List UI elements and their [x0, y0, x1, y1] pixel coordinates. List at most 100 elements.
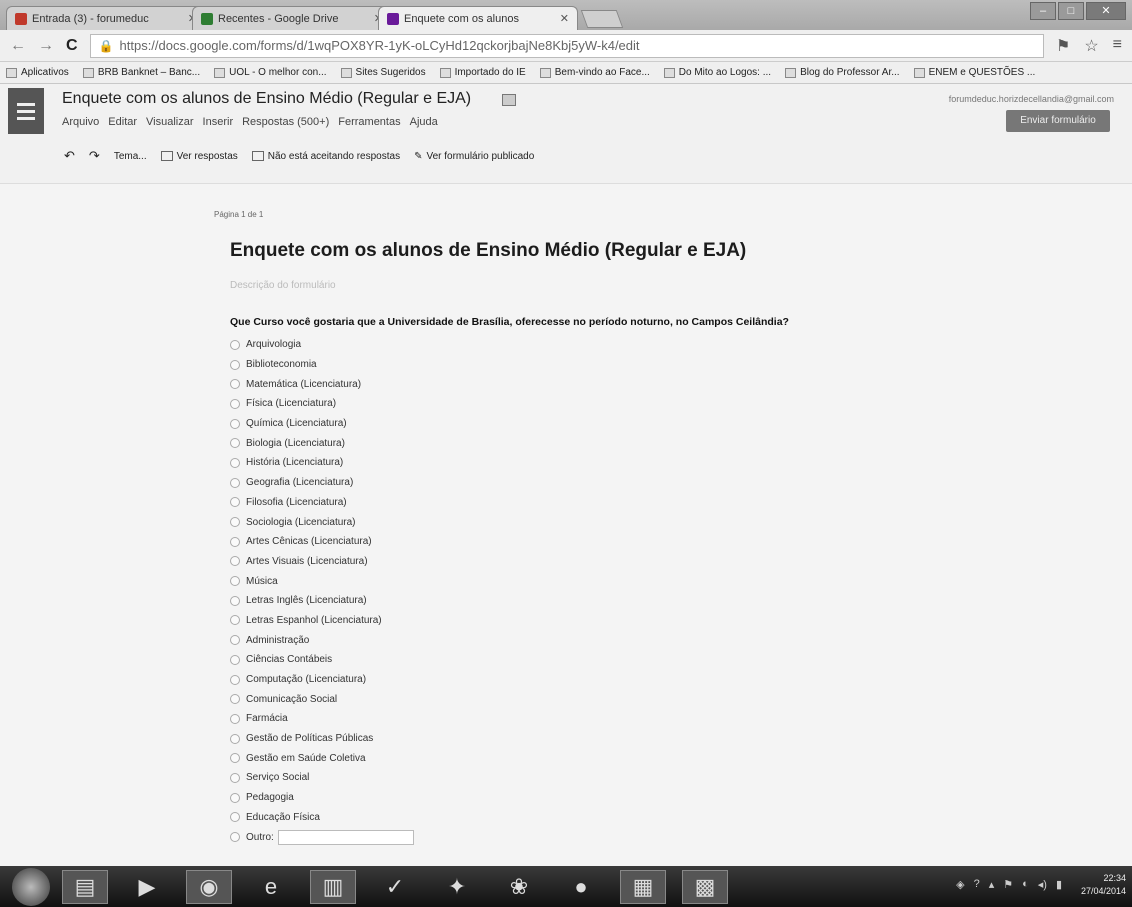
option-item[interactable]: Artes Cênicas (Licenciatura): [230, 532, 414, 552]
radio-button[interactable]: [230, 536, 240, 547]
account-email[interactable]: forumdeduc.horizdecellandia@gmail.com: [949, 94, 1114, 104]
taskbar-app-media[interactable]: ▶: [124, 870, 170, 904]
radio-button[interactable]: [230, 615, 240, 626]
folder-icon[interactable]: [502, 94, 516, 106]
radio-button[interactable]: [230, 418, 240, 429]
tab-close-icon[interactable]: ✕: [560, 12, 569, 25]
bookmark-item[interactable]: Bem-vindo ao Face...: [539, 67, 650, 78]
radio-button[interactable]: [230, 635, 240, 646]
taskbar-app-ie[interactable]: e: [248, 870, 294, 904]
browser-tab[interactable]: Recentes - Google Drive✕: [192, 6, 392, 30]
minimize-button[interactable]: –: [1030, 2, 1056, 20]
form-title[interactable]: Enquete com os alunos de Ensino Médio (R…: [230, 240, 746, 262]
accepting-responses-button[interactable]: Não está aceitando respostas: [251, 151, 400, 162]
menu-item[interactable]: Visualizar: [146, 116, 194, 128]
taskbar-app-globe[interactable]: ●: [558, 870, 604, 904]
radio-button[interactable]: [230, 556, 240, 567]
radio-button[interactable]: [230, 753, 240, 764]
bookmark-item[interactable]: Aplicativos: [6, 67, 69, 78]
close-window-button[interactable]: ✕: [1086, 2, 1126, 20]
tray-volume-icon[interactable]: ◂): [1038, 878, 1047, 891]
bookmark-item[interactable]: Blog do Professor Ar...: [785, 67, 900, 78]
browser-tab[interactable]: Entrada (3) - forumeduc✕: [6, 6, 206, 30]
other-text-input[interactable]: [277, 829, 414, 845]
taskbar-clock[interactable]: 22:34 27/04/2014: [1081, 872, 1126, 898]
tray-help-icon[interactable]: ?: [974, 878, 980, 891]
radio-button[interactable]: [230, 457, 240, 468]
option-item[interactable]: Administração: [230, 630, 414, 650]
option-item[interactable]: Gestão em Saúde Coletiva: [230, 748, 414, 768]
option-item[interactable]: Física (Licenciatura): [230, 394, 414, 414]
radio-button[interactable]: [230, 339, 240, 350]
option-item[interactable]: Geografia (Licenciatura): [230, 473, 414, 493]
menu-item[interactable]: Arquivo: [62, 116, 99, 128]
document-title[interactable]: Enquete com os alunos de Ensino Médio (R…: [62, 90, 471, 108]
menu-item[interactable]: Inserir: [203, 116, 234, 128]
radio-button[interactable]: [230, 438, 240, 449]
option-item[interactable]: Letras Espanhol (Licenciatura): [230, 611, 414, 631]
option-item[interactable]: Serviço Social: [230, 768, 414, 788]
taskbar-app-paint[interactable]: ❀: [496, 870, 542, 904]
bookmark-item[interactable]: ENEM e QUESTÕES ...: [913, 67, 1035, 78]
extension-icon[interactable]: ⚑: [1056, 36, 1070, 56]
option-item[interactable]: Ciências Contábeis: [230, 650, 414, 670]
option-item[interactable]: Matemática (Licenciatura): [230, 374, 414, 394]
radio-button[interactable]: [230, 792, 240, 803]
tray-show-hidden-icon[interactable]: ▴: [989, 878, 995, 891]
theme-button[interactable]: Tema...: [114, 151, 147, 162]
radio-button[interactable]: [230, 517, 240, 528]
taskbar-app-explorer[interactable]: ▤: [62, 869, 108, 904]
radio-button[interactable]: [230, 713, 240, 724]
menu-item[interactable]: Respostas (500+): [242, 116, 329, 128]
option-item[interactable]: Biologia (Licenciatura): [230, 433, 414, 453]
taskbar-app-files[interactable]: ▥: [310, 869, 356, 904]
back-icon[interactable]: ←: [10, 37, 26, 55]
form-description[interactable]: Descrição do formulário: [230, 280, 336, 291]
taskbar-app-shell[interactable]: ✦: [434, 870, 480, 904]
taskbar-app-pen[interactable]: ✓: [372, 870, 418, 904]
tray-network-icon[interactable]: ◐: [1022, 878, 1029, 891]
tray-language-icon[interactable]: ◈: [956, 878, 964, 891]
option-item[interactable]: Letras Inglês (Licenciatura): [230, 591, 414, 611]
bookmark-item[interactable]: Importado do IE: [439, 67, 526, 78]
radio-button[interactable]: [230, 674, 240, 685]
bookmark-item[interactable]: Sites Sugeridos: [340, 67, 426, 78]
menu-item[interactable]: Editar: [108, 116, 137, 128]
maximize-button[interactable]: □: [1058, 2, 1084, 20]
browser-tab[interactable]: Enquete com os alunos ✕: [378, 6, 578, 30]
taskbar-app-excel[interactable]: ▩: [682, 869, 728, 904]
option-item[interactable]: Artes Visuais (Licenciatura): [230, 552, 414, 572]
option-item[interactable]: Química (Licenciatura): [230, 414, 414, 434]
start-button[interactable]: [12, 867, 50, 906]
option-item[interactable]: Biblioteconomia: [230, 355, 414, 375]
option-item[interactable]: Sociologia (Licenciatura): [230, 512, 414, 532]
radio-button[interactable]: [230, 497, 240, 508]
option-item[interactable]: Gestão de Políticas Públicas: [230, 729, 414, 749]
radio-button[interactable]: [230, 812, 240, 823]
option-item[interactable]: Farmácia: [230, 709, 414, 729]
radio-button[interactable]: [230, 654, 240, 665]
radio-button[interactable]: [230, 359, 240, 370]
radio-button[interactable]: [230, 576, 240, 587]
menu-item[interactable]: Ajuda: [410, 116, 438, 128]
option-item[interactable]: Arquivologia: [230, 335, 414, 355]
option-item[interactable]: História (Licenciatura): [230, 453, 414, 473]
chrome-menu-icon[interactable]: ≡: [1113, 36, 1122, 56]
redo-icon[interactable]: ↷: [89, 148, 100, 164]
radio-button[interactable]: [230, 733, 240, 744]
option-other[interactable]: Outro:: [230, 827, 414, 847]
option-item[interactable]: Pedagogia: [230, 788, 414, 808]
tray-signal-icon[interactable]: ▮: [1056, 878, 1062, 891]
option-item[interactable]: Educação Física: [230, 808, 414, 828]
view-published-button[interactable]: ✎ Ver formulário publicado: [414, 151, 534, 162]
radio-button[interactable]: [230, 477, 240, 488]
bookmark-star-icon[interactable]: ☆: [1084, 36, 1098, 56]
view-responses-button[interactable]: Ver respostas: [160, 151, 238, 162]
bookmark-item[interactable]: Do Mito ao Logos: ...: [663, 67, 771, 78]
radio-button[interactable]: [230, 398, 240, 409]
menu-item[interactable]: Ferramentas: [338, 116, 400, 128]
option-item[interactable]: Música: [230, 571, 414, 591]
address-bar[interactable]: 🔒 https://docs.google.com/forms/d/1wqPOX…: [89, 33, 1044, 58]
taskbar-app-chrome[interactable]: ◉: [186, 869, 232, 904]
bookmark-item[interactable]: UOL - O melhor con...: [214, 67, 327, 78]
